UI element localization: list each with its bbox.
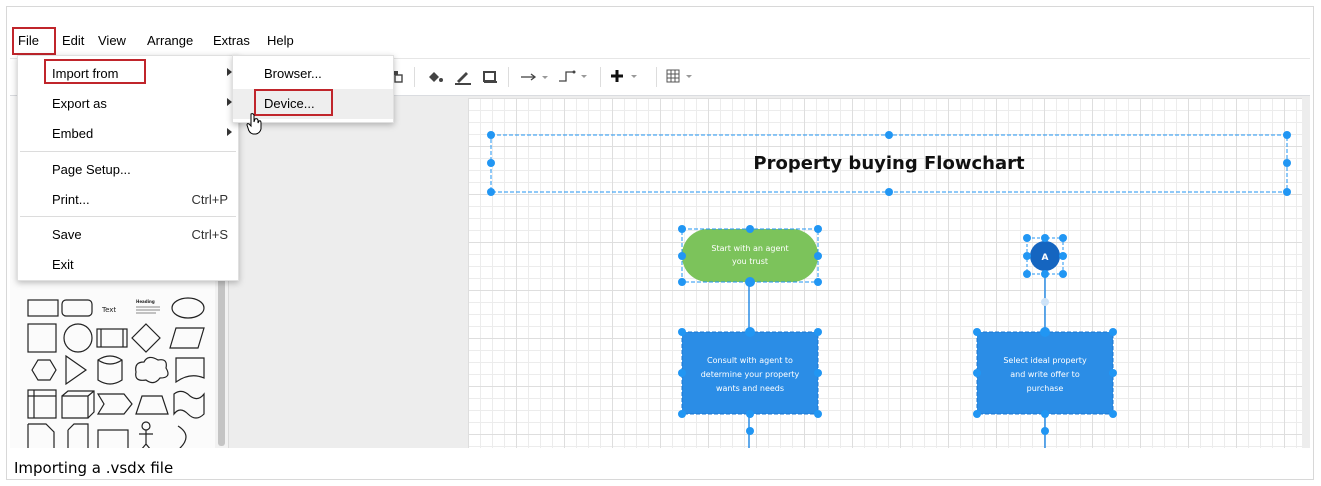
selection-handle [973,410,981,418]
selection-handle [1041,234,1049,242]
selection-handle [678,328,686,336]
selection-handle [1023,270,1031,278]
select-node-line2: and write offer to [1010,370,1080,379]
select-node-line1: Select ideal property [1003,356,1087,365]
selection-handle [814,278,822,286]
start-node-label-line1: Start with an agent [711,244,788,253]
menu-item-label: Print... [52,192,90,207]
selection-handle [1023,234,1031,242]
selection-handle [1059,252,1067,260]
selection-handle [1040,327,1050,337]
selection-handle [814,369,822,377]
selection-handle [814,252,822,260]
selection-handle [678,252,686,260]
device-highlight-box [254,89,333,116]
selection-handle [678,278,686,286]
file-menu: Import from Export as Embed Page Setup..… [17,55,239,281]
selection-handle [1283,131,1291,139]
selection-handle [487,131,495,139]
consult-node-line1: Consult with agent to [707,356,793,365]
menu-item-shortcut: Ctrl+P [191,192,228,207]
menu-item-label: Embed [52,126,94,141]
selection-handle [814,410,822,418]
selection-handle [1109,369,1117,377]
connector-label: A [1042,253,1049,263]
selection-handle [487,159,495,167]
figure-caption: Importing a .vsdx file [14,459,174,477]
selection-handle [1041,410,1049,418]
diagram-title: Property buying Flowchart [753,153,1025,174]
menu-item-label: Exit [52,257,74,272]
menu-separator [20,216,236,217]
selection-handle [678,410,686,418]
selection-handle [678,225,686,233]
menu-item-embed[interactable]: Embed [18,119,238,149]
selection-handle [885,131,893,139]
selection-handle [814,328,822,336]
selection-handle [1059,270,1067,278]
menu-item-print[interactable]: Print... Ctrl+P [18,185,238,215]
submenu-arrow-icon [227,128,232,136]
consult-node-line2: determine your property [701,370,800,379]
selection-handle [1283,188,1291,196]
menu-separator [20,151,236,152]
menu-item-save[interactable]: Save Ctrl+S [18,220,238,250]
menu-item-export-as[interactable]: Export as [18,89,238,119]
menu-item-page-setup[interactable]: Page Setup... [18,155,238,185]
menu-item-exit[interactable]: Exit [18,250,238,280]
menu-item-label: Export as [52,96,107,111]
start-node [682,229,818,282]
import-from-highlight-box [44,59,146,84]
consult-node-line3: wants and needs [716,384,784,393]
submenu-item-browser[interactable]: Browser... [233,59,393,89]
drawio-app: File Edit View Arrange Extras Help Text … [10,24,1310,448]
selection-handle [746,410,754,418]
submenu-item-label: Browser... [264,66,322,81]
hand-cursor-icon [246,113,262,135]
start-node-label-line2: you trust [732,257,768,266]
select-node-line3: purchase [1027,384,1064,393]
selection-handle [1109,328,1117,336]
selection-handle [745,327,755,337]
selection-handle [1059,234,1067,242]
selection-handle [678,369,686,377]
selection-handle [973,369,981,377]
selection-handle [1041,270,1049,278]
menu-item-shortcut: Ctrl+S [191,227,228,242]
menu-item-label: Save [52,227,82,242]
selection-handle [1109,410,1117,418]
selection-handle [885,188,893,196]
selection-handle [814,225,822,233]
selection-handle [973,328,981,336]
selection-handle [1283,159,1291,167]
selection-handle [746,225,754,233]
menu-item-label: Page Setup... [52,162,131,177]
selection-handle [1023,252,1031,260]
selection-handle [745,277,755,287]
selection-handle [1041,427,1049,435]
connection-point-hint [1041,298,1049,306]
selection-handle [487,188,495,196]
selection-handle [746,427,754,435]
